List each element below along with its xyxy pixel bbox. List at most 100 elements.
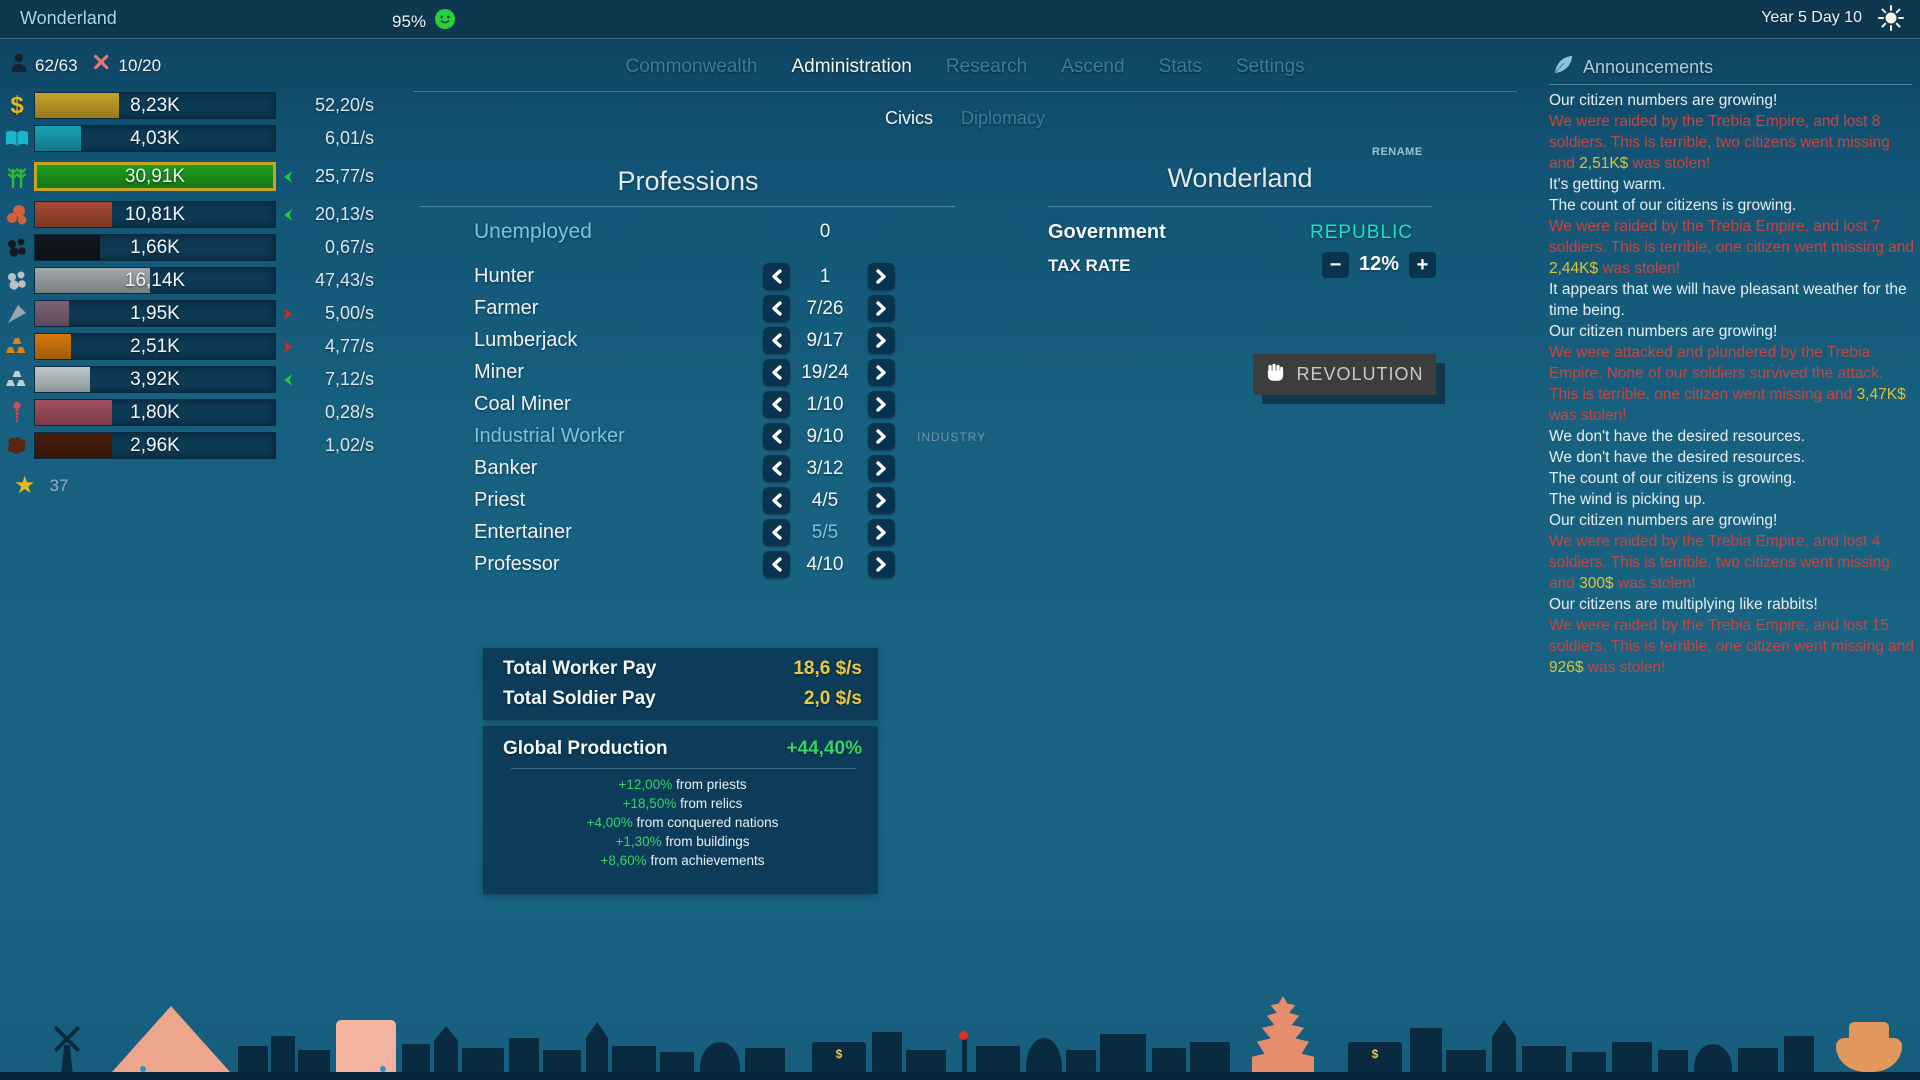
resource-row[interactable]: 1,95K 5,00/s [0,300,374,327]
increase-button[interactable] [868,551,895,578]
unemployed-value: 0 [819,221,831,242]
resource-row[interactable]: 10,81K 20,13/s [0,201,374,228]
tab-settings[interactable]: Settings [1236,56,1305,78]
resource-rate: 0,67/s [324,237,374,257]
resource-row[interactable]: 1,66K 0,67/s [0,234,374,261]
profession-count: 5/5 [811,522,839,543]
increase-button[interactable] [868,295,895,322]
increase-button[interactable] [868,487,895,514]
tab-administration[interactable]: Administration [791,56,911,78]
info-message: The count of our citizens is growing. [1549,470,1797,487]
breakdown-percent: +8,60% [600,853,647,868]
global-production-header: Global Production +44,40% [503,738,862,760]
subtab-diplomacy[interactable]: Diplomacy [961,108,1045,129]
screws-icon [0,401,34,425]
resource-row[interactable]: 30,91K 25,77/s [0,162,374,191]
info-message: It's getting warm. [1549,176,1666,193]
building-spire [1492,1020,1516,1072]
soldier-pay-value: 2,0 $/s [803,688,862,709]
happiness-indicator[interactable]: 95% [392,8,456,35]
quill-icon [1552,54,1574,81]
resource-bar[interactable]: 1,66K [34,234,276,261]
resource-row[interactable]: 3,92K 7,12/s [0,366,374,393]
info-message: It appears that we will have pleasant we… [1549,281,1907,319]
resource-value: 1,80K [130,401,180,423]
increase-button[interactable] [868,391,895,418]
stolen-amount: 300$ [1579,575,1614,592]
building-rect [1100,1034,1146,1072]
resource-rate: 7,12/s [324,369,374,389]
building-rect [509,1038,539,1072]
trend-down-icon [276,340,300,354]
tab-stats[interactable]: Stats [1159,56,1202,78]
increase-button[interactable] [868,423,895,450]
tab-research[interactable]: Research [946,56,1027,78]
increase-button[interactable] [868,263,895,290]
soldiers-count: 10/20 [118,55,162,75]
building-boat [1836,1022,1902,1072]
resource-value: 16,14K [124,269,186,291]
resource-row[interactable]: 4,03K 6,01/s [0,125,374,152]
info-message: We don't have the desired resources. [1549,428,1805,445]
tab-ascend[interactable]: Ascend [1061,56,1124,78]
resource-bar[interactable]: 10,81K [34,201,276,228]
resource-bar[interactable]: 2,51K [34,333,276,360]
profession-row: Miner 19/24 [413,359,1113,387]
production-breakdown-line: +18,50% from relics [622,796,743,811]
bank-dollar-label: $ [835,1047,843,1061]
resource-bar[interactable]: 1,80K [34,399,276,426]
resource-bar[interactable]: 4,03K [34,125,276,152]
soldier-pay-row: Total Soldier Pay 2,0 $/s [503,688,862,710]
resource-row[interactable]: $8,23K 52,20/s [0,92,374,119]
resource-row[interactable]: 2,96K 1,02/s [0,432,374,459]
revolution-button[interactable]: REVOLUTION [1253,354,1436,395]
resource-rate: 20,13/s [314,204,374,224]
building-rect [976,1046,1020,1072]
soldiers-group[interactable]: 10/20 [90,52,162,79]
resource-bar[interactable]: 16,14K [34,267,276,294]
resource-bar[interactable]: 8,23K [34,92,276,119]
profession-name: Banker [474,457,538,479]
profession-row: Industrial Worker 9/10 INDUSTRY [413,423,1113,451]
increase-button[interactable] [868,359,895,386]
profession-name: Industrial Worker [474,425,625,447]
tab-commonwealth[interactable]: Commonwealth [625,56,757,78]
resource-bar[interactable]: 2,96K [34,432,276,459]
increase-button[interactable] [868,327,895,354]
profession-row: Lumberjack 9/17 [413,327,1113,355]
wheat-icon [0,165,34,189]
profession-name: Entertainer [474,521,572,543]
building-rect [543,1050,581,1072]
increase-button[interactable] [868,455,895,482]
profession-count: 9/17 [806,330,844,351]
subtab-civics[interactable]: Civics [885,108,933,129]
bank-dollar-label: $ [1371,1047,1379,1061]
info-message: The count of our citizens is growing. [1549,197,1797,214]
crossed-swords-icon [90,52,112,79]
tab-divider [413,91,1517,92]
resource-bar[interactable]: 3,92K [34,366,276,393]
building-rect [612,1046,656,1072]
resource-value: 1,95K [130,302,180,324]
tax-increase-button[interactable]: + [1409,252,1436,278]
building-rect [1152,1048,1186,1072]
population-group[interactable]: 62/63 [10,53,78,78]
increase-button[interactable] [868,519,895,546]
building-bank: $ [812,1042,866,1072]
resource-bar[interactable]: 1,95K [34,300,276,327]
resource-row[interactable]: 2,51K 4,77/s [0,333,374,360]
resource-row[interactable]: 1,80K 0,28/s [0,399,374,426]
announcements-divider [1549,84,1912,85]
building-rect [402,1044,430,1072]
tax-decrease-button[interactable]: − [1322,252,1349,278]
achievement-star-row[interactable]: ★ 37 [14,474,68,498]
building-dome [1694,1044,1732,1072]
unemployed-label: Unemployed [474,220,592,243]
building-rect [1410,1028,1442,1072]
rename-button[interactable]: RENAME [1372,146,1423,158]
resource-bar[interactable]: 30,91K [34,162,276,191]
profession-count: 1/10 [806,394,844,415]
resource-value: 2,96K [130,434,180,456]
government-value[interactable]: REPUBLIC [1200,222,1413,244]
resource-row[interactable]: 16,14K 47,43/s [0,267,374,294]
